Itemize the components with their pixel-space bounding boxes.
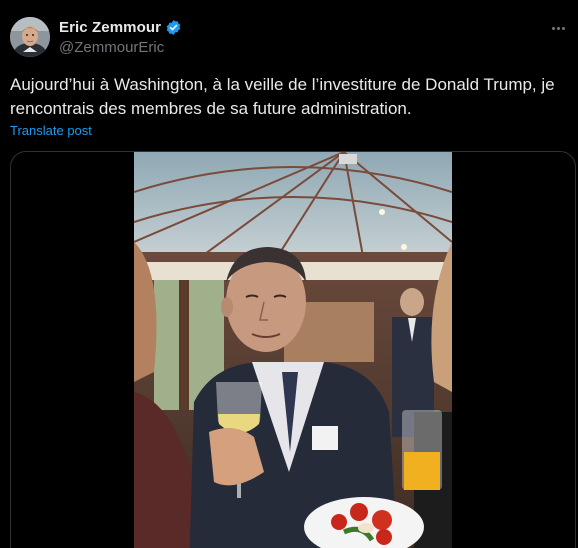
video-frame-icon (134, 152, 452, 548)
avatar[interactable] (10, 17, 50, 57)
verified-badge-icon[interactable] (165, 19, 182, 36)
author-display-name[interactable]: Eric Zemmour (59, 19, 161, 36)
author-handle[interactable]: @ZemmourEric (59, 39, 164, 56)
more-horizontal-icon[interactable] (548, 18, 568, 38)
profile-photo-icon (10, 17, 50, 57)
post-text: Aujourd’hui à Washington, à la veille de… (10, 75, 555, 118)
translate-post-link[interactable]: Translate post (10, 123, 92, 138)
post-card: Eric Zemmour @ZemmourEric Aujourd’hui à … (0, 0, 578, 548)
media-container[interactable] (10, 151, 576, 548)
author-name-row: Eric Zemmour (59, 19, 182, 36)
video-player[interactable] (134, 152, 452, 548)
